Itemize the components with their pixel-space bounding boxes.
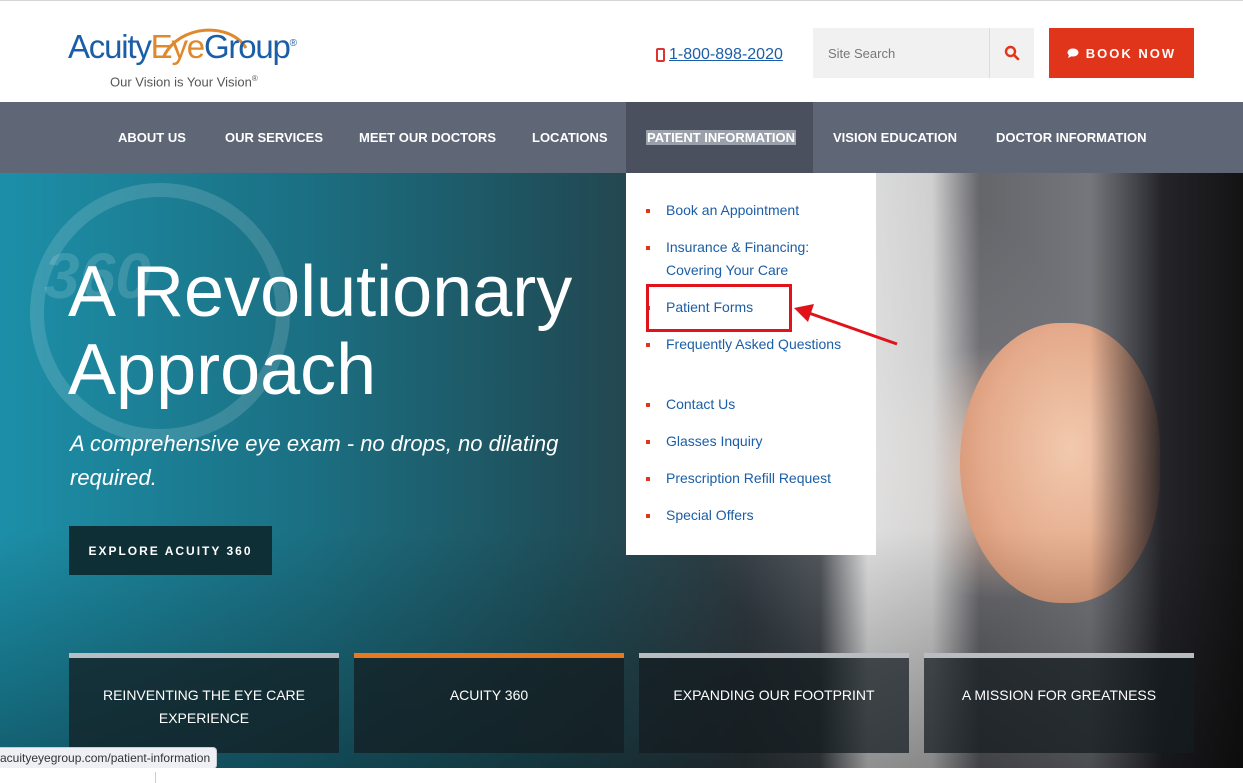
nav-label: DOCTOR INFORMATION — [996, 130, 1147, 145]
site-header: AcuityEyeGroup® Our Vision is Your Visio… — [0, 4, 1243, 102]
dropdown-item-book-appointment[interactable]: Book an Appointment — [646, 199, 856, 222]
search-input[interactable] — [813, 28, 989, 78]
hero-title: A Revolutionary Approach — [68, 253, 572, 409]
nav-meet-our-doctors[interactable]: MEET OUR DOCTORS — [359, 102, 496, 173]
page-bottom-strip — [0, 768, 1243, 783]
site-search — [813, 28, 1034, 78]
tagline-registered-mark: ® — [251, 74, 258, 83]
nav-label: PATIENT INFORMATION — [646, 130, 797, 145]
book-now-label: BOOK NOW — [1085, 45, 1177, 61]
phone-number: 1-800-898-2020 — [669, 46, 783, 63]
patient-information-dropdown: Book an Appointment Insurance & Financin… — [626, 173, 876, 555]
hero-title-line2: Approach — [68, 330, 377, 410]
nav-doctor-information[interactable]: DOCTOR INFORMATION — [996, 102, 1146, 173]
logo-word-group: Group — [203, 28, 291, 65]
search-icon — [1004, 45, 1020, 61]
hero-subtitle: A comprehensive eye exam - no drops, no … — [70, 431, 559, 490]
logo-wordmark: AcuityEyeGroup® — [68, 28, 297, 66]
nav-about-us[interactable]: ABOUT US — [118, 102, 186, 173]
hero-card-acuity-360[interactable]: ACUITY 360 — [354, 653, 624, 753]
main-nav: ABOUT US OUR SERVICES MEET OUR DOCTORS L… — [0, 102, 1243, 173]
dropdown-item-contact-us[interactable]: Contact Us — [646, 393, 856, 416]
hero-banner: 360 A Revolutionary Approach A comprehen… — [0, 173, 1243, 768]
book-now-button[interactable]: BOOK NOW — [1049, 28, 1194, 78]
chat-bubble-icon — [1067, 48, 1079, 58]
dropdown-item-glasses-inquiry[interactable]: Glasses Inquiry — [646, 430, 856, 453]
hero-title-line1: A Revolutionary — [68, 252, 573, 332]
annotation-highlight-box — [646, 284, 792, 332]
nav-label: MEET OUR DOCTORS — [359, 130, 496, 145]
logo-tagline: Our Vision is Your Vision® — [110, 74, 258, 89]
logo-tagline-text: Our Vision is Your Vision — [110, 74, 252, 90]
nav-patient-information[interactable]: PATIENT INFORMATION — [626, 102, 813, 173]
logo-word-eye: Eye — [150, 28, 205, 65]
hero-card-mission[interactable]: A MISSION FOR GREATNESS — [924, 653, 1194, 753]
dropdown-item-prescription-refill[interactable]: Prescription Refill Request — [646, 467, 856, 490]
search-button[interactable] — [989, 28, 1034, 78]
explore-acuity-360-button[interactable]: EXPLORE ACUITY 360 — [69, 526, 272, 575]
nav-label: VISION EDUCATION — [833, 130, 957, 145]
dropdown-item-insurance-financing[interactable]: Insurance & Financing: Covering Your Car… — [646, 236, 856, 282]
nav-label: LOCATIONS — [532, 130, 608, 145]
bottom-divider — [155, 772, 156, 783]
logo-registered-mark: ® — [289, 38, 297, 49]
nav-our-services[interactable]: OUR SERVICES — [225, 102, 323, 173]
logo-word-acuity: Acuity — [68, 28, 152, 65]
acuity-eye-group-logo[interactable]: AcuityEyeGroup® Our Vision is Your Visio… — [68, 18, 328, 94]
mobile-phone-icon — [656, 48, 665, 62]
hero-card-reinventing[interactable]: REINVENTING THE EYE CARE EXPERIENCE — [69, 653, 339, 753]
annotation-arrow-icon — [794, 304, 898, 346]
hero-card-expanding[interactable]: EXPANDING OUR FOOTPRINT — [639, 653, 909, 753]
phone-link[interactable]: 1-800-898-2020 — [656, 46, 783, 64]
nav-vision-education[interactable]: VISION EDUCATION — [833, 102, 957, 173]
nav-locations[interactable]: LOCATIONS — [532, 102, 608, 173]
nav-label: ABOUT US — [118, 130, 186, 145]
nav-label: OUR SERVICES — [225, 130, 324, 145]
dropdown-item-special-offers[interactable]: Special Offers — [646, 504, 856, 527]
browser-status-url: acuityeyegroup.com/patient-information — [0, 747, 218, 769]
